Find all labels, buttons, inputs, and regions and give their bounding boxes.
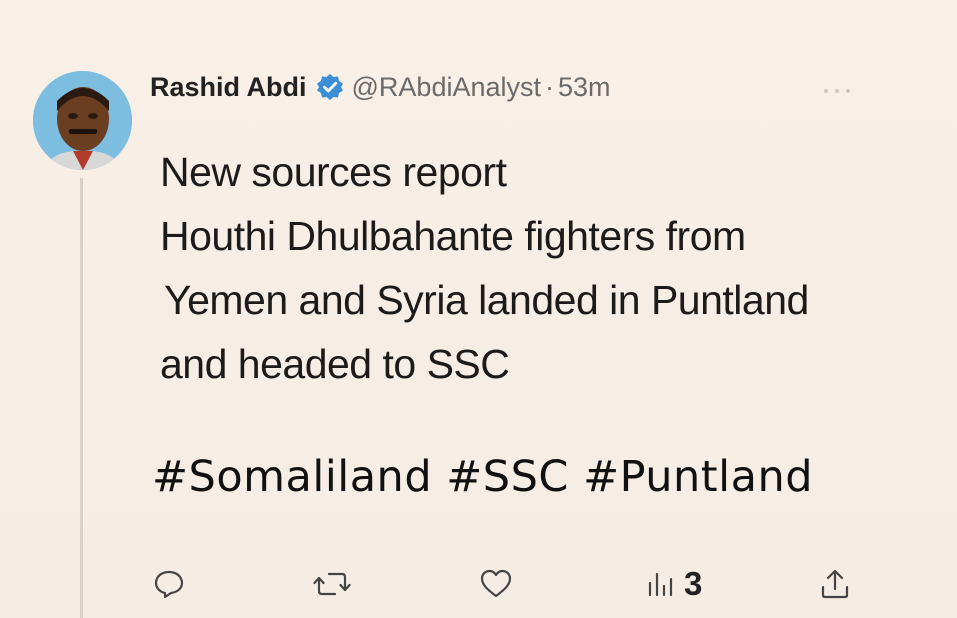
tweet-text-line: Houthi Dhulbahante fighters from (160, 213, 746, 259)
views-button[interactable]: 3 (646, 564, 702, 604)
retweet-button[interactable] (313, 564, 351, 604)
tweet-text: New sources report Houthi Dhulbahante fi… (160, 140, 950, 396)
share-icon (818, 567, 852, 601)
views-icon (646, 569, 674, 599)
tweet-hashtags[interactable]: #Somaliland #SSC #Puntland (152, 452, 813, 502)
views-count: 3 (684, 565, 703, 602)
tweet-text-line: Yemen and Syria landed in Puntland (164, 277, 809, 323)
more-options-icon[interactable] (822, 78, 852, 101)
avatar[interactable] (33, 71, 132, 170)
author-handle[interactable]: @RAbdiAnalyst (352, 72, 542, 103)
tweet-text-line: New sources report (160, 149, 507, 195)
timestamp[interactable]: 53m (558, 72, 611, 103)
separator-dot: · (545, 71, 555, 102)
reply-icon (152, 567, 186, 601)
retweet-icon (313, 567, 351, 601)
like-icon (478, 567, 514, 601)
share-button[interactable] (818, 564, 852, 604)
reply-button[interactable] (152, 564, 186, 604)
verified-badge-icon (316, 73, 344, 101)
thread-line (80, 178, 83, 618)
author-name[interactable]: Rashid Abdi (150, 72, 307, 103)
tweet-text-line: and headed to SSC (160, 341, 510, 387)
tweet-card[interactable]: Rashid Abdi @RAbdiAnalyst · 53m New sour… (0, 0, 957, 618)
like-button[interactable] (478, 564, 514, 604)
tweet-header: Rashid Abdi @RAbdiAnalyst · 53m (150, 70, 611, 104)
avatar-image (33, 71, 132, 170)
